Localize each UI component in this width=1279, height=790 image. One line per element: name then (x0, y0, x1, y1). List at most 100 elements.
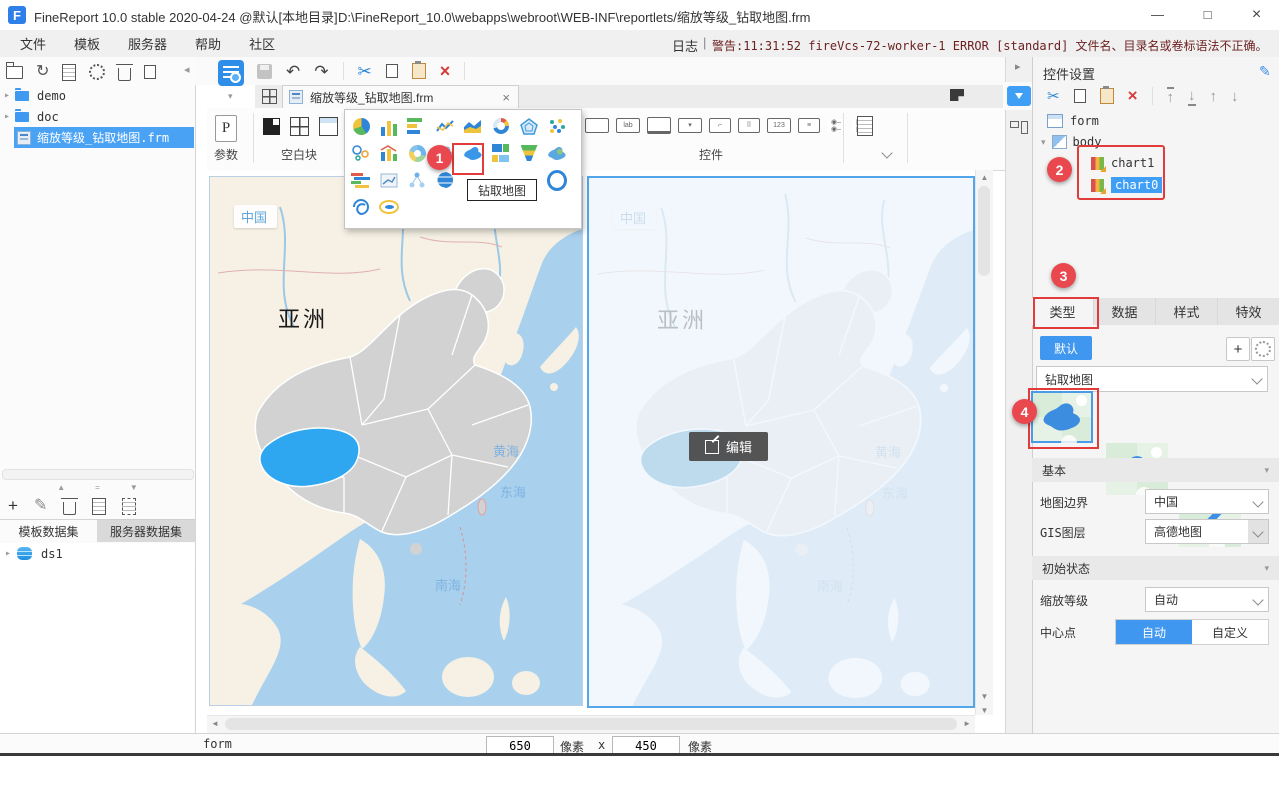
edit-panel-pencil-icon[interactable]: ✎ (1259, 63, 1271, 80)
cut-icon[interactable]: ✂ (358, 63, 372, 80)
cut-icon[interactable]: ✂ (1047, 87, 1060, 105)
canvas-vscrollbar[interactable]: ▲ ▼ ▼ (975, 170, 993, 715)
map-chart1[interactable]: 中国 亚洲 黄海 东海 南海 (209, 176, 583, 706)
funnel-chart-icon[interactable] (519, 143, 539, 163)
delete-icon[interactable]: × (440, 62, 451, 80)
canvas-hscrollbar[interactable]: ◄ ► (207, 715, 975, 733)
settings-icon[interactable] (89, 64, 106, 80)
radar-chart-icon[interactable] (519, 116, 539, 136)
split-block-icon[interactable] (290, 117, 309, 136)
minimize-button[interactable]: — (1135, 0, 1180, 29)
spiral-chart-icon[interactable] (351, 197, 371, 217)
number-icon[interactable]: 123 (767, 118, 791, 133)
preview-icon[interactable] (857, 116, 873, 136)
component-library-dock-icon[interactable] (1010, 121, 1028, 136)
tab-style[interactable]: 样式 (1156, 298, 1218, 325)
collapse-section-icon[interactable]: ▾ (1264, 563, 1269, 574)
structure-chart-icon[interactable] (407, 170, 427, 190)
zoom-level-dropdown[interactable]: 自动 (1145, 587, 1269, 612)
menu-file[interactable]: 文件 (6, 30, 60, 57)
panel-splitter[interactable]: ▲ = ▼ (0, 481, 195, 493)
vscroll-thumb[interactable] (978, 186, 990, 276)
tab-server-datasets[interactable]: 服务器数据集 (97, 519, 195, 542)
section-basic[interactable]: 基本 ▾ (1032, 458, 1279, 482)
map-boundary-dropdown[interactable]: 中国 (1145, 489, 1269, 514)
expand-icon[interactable]: ▸ (4, 111, 10, 122)
scroll-down-icon[interactable]: ▼ (976, 692, 993, 701)
refresh-icon[interactable]: ↻ (36, 64, 49, 80)
menu-help[interactable]: 帮助 (181, 30, 235, 57)
preview-dataset-icon[interactable] (92, 497, 107, 515)
milestone-chart-icon[interactable] (379, 170, 399, 190)
undo-icon[interactable]: ↶ (286, 63, 300, 80)
widget-settings-dock[interactable] (1003, 82, 1035, 110)
edit-dataset-icon[interactable]: ✎ (34, 498, 47, 514)
collapse-right-panel-icon[interactable]: ▸ (1015, 60, 1021, 73)
tab-data[interactable]: 数据 (1094, 298, 1156, 325)
area-chart-icon[interactable] (463, 116, 483, 136)
center-custom-option[interactable]: 自定义 (1192, 620, 1268, 644)
edit-chart-button[interactable]: 编辑 (689, 432, 769, 461)
blank-block-icon[interactable] (263, 118, 280, 135)
tree-item-form[interactable]: form (1047, 114, 1099, 128)
collapse-section-icon[interactable]: ▾ (1264, 465, 1269, 476)
expand-icon[interactable]: ▸ (4, 90, 10, 101)
add-dataset-icon[interactable]: + (8, 496, 18, 516)
treemap-chart-icon[interactable] (491, 143, 509, 163)
button-icon[interactable] (647, 117, 671, 134)
style-settings-button[interactable] (1251, 337, 1275, 361)
template-theme-icon[interactable] (218, 60, 244, 86)
move-top-icon[interactable]: ↑ (1166, 86, 1175, 106)
close-button[interactable]: × (1234, 0, 1279, 29)
scroll-down2-icon[interactable]: ▼ (976, 706, 993, 715)
menu-template[interactable]: 模板 (60, 30, 114, 57)
tree-open-icon[interactable]: ▾ (1041, 137, 1046, 148)
colored-map-chart-icon[interactable] (547, 143, 567, 163)
collapse-left-panel-icon[interactable]: ◂ (184, 63, 190, 76)
tab-grid-icon[interactable] (262, 89, 277, 104)
add-style-button[interactable]: + (1226, 337, 1250, 361)
move-up-icon[interactable]: ↑ (1210, 88, 1218, 105)
report-icon[interactable] (62, 63, 77, 81)
save-icon[interactable] (257, 63, 272, 79)
section-initial-state[interactable]: 初始状态 ▾ (1032, 556, 1279, 580)
textbox-icon[interactable] (585, 118, 609, 133)
trash-icon[interactable] (116, 63, 134, 81)
gauge-chart-icon[interactable] (491, 116, 511, 136)
widget-group-expand-icon[interactable] (881, 147, 893, 159)
datum-chart-icon[interactable] (379, 197, 399, 217)
splitter-down-icon[interactable]: ▼ (130, 483, 138, 492)
column-chart-icon[interactable] (379, 116, 399, 136)
line-chart-icon[interactable] (435, 116, 455, 136)
tree-select-icon[interactable]: ⌐ (709, 118, 731, 133)
duplicate-icon[interactable] (144, 61, 161, 79)
point-chart-icon[interactable] (547, 116, 567, 136)
bar-chart-icon[interactable] (407, 116, 427, 136)
document-tab[interactable]: 缩放等级_钻取地图.frm × (282, 85, 519, 108)
tab-block-icon[interactable] (319, 117, 338, 136)
new-folder-icon[interactable] (5, 61, 23, 79)
combo-chart-icon[interactable] (379, 143, 399, 163)
log-link[interactable]: 日志 (672, 36, 698, 55)
paste-icon[interactable] (1099, 86, 1114, 104)
tab-effects[interactable]: 特效 (1218, 298, 1279, 325)
dropdown-icon[interactable]: ▾ (678, 118, 702, 133)
default-style-button[interactable]: 默认 (1040, 336, 1092, 360)
scroll-up-icon[interactable]: ▲ (976, 170, 993, 184)
warning-message[interactable]: 警告:11:31:52 fireVcs-72-worker-1 ERROR [s… (712, 37, 1268, 54)
splitter-up-icon[interactable]: ▲ (57, 483, 65, 492)
close-tab-icon[interactable]: × (502, 90, 510, 105)
menu-server[interactable]: 服务器 (114, 30, 181, 57)
tab-template-datasets[interactable]: 模板数据集 (0, 519, 97, 542)
scroll-right-icon[interactable]: ► (963, 719, 971, 728)
multi-pie-chart-icon[interactable] (407, 143, 427, 163)
center-auto-option[interactable]: 自动 (1116, 620, 1192, 644)
redo-icon[interactable]: ↷ (314, 63, 328, 80)
splitter-handle-icon[interactable]: = (95, 483, 100, 492)
template-theme-dropdown-icon[interactable]: ▾ (228, 91, 233, 102)
delete-icon[interactable]: × (1128, 86, 1138, 106)
delete-dataset-icon[interactable] (61, 497, 79, 515)
gis-layer-dropdown[interactable]: 高德地图 (1145, 519, 1269, 544)
dataset-item-ds1[interactable]: ▸ ds1 (0, 543, 195, 564)
map-chart0[interactable]: 中国 亚洲 黄海 东海 南海 编辑 (587, 176, 975, 708)
